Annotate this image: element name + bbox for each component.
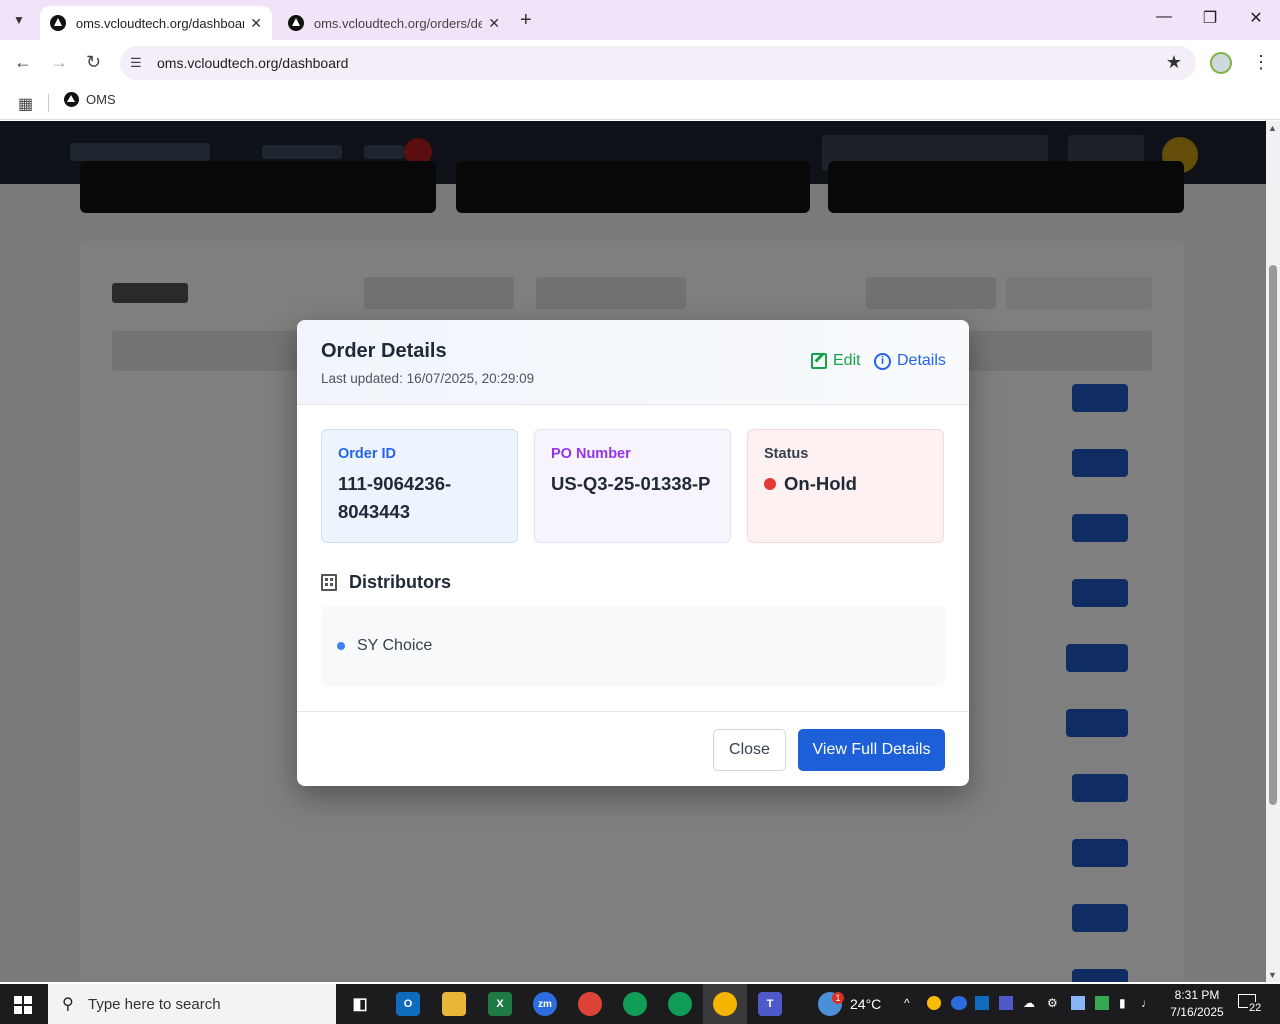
building-icon	[321, 574, 337, 591]
scroll-down-icon[interactable]: ▼	[1268, 970, 1277, 980]
browser-tab-strip: ▼ oms.vcloudtech.org/dashboard ✕ oms.vcl…	[0, 0, 1280, 40]
distributors-heading: Distributors	[321, 572, 451, 593]
order-details-modal: Order Details Last updated: 16/07/2025, …	[297, 320, 969, 786]
po-number-label: PO Number	[551, 446, 631, 462]
system-clock[interactable]: 8:31 PM 7/16/2025	[1164, 987, 1230, 1021]
tab-title: oms.vcloudtech.org/dashboard	[75, 15, 245, 31]
new-tab-icon[interactable]: +	[520, 9, 532, 32]
minimize-icon[interactable]: —	[1141, 8, 1187, 26]
page-scrollbar[interactable]: ▲ ▼	[1266, 121, 1280, 982]
notifications-button[interactable]: 22	[1238, 994, 1263, 1014]
weather-temp[interactable]: 24°C	[850, 996, 881, 1012]
windows-taskbar: ⚲ Type here to search ◧ O X zm T 1 24°C …	[0, 984, 1280, 1024]
order-id-card: Order ID 111-9064236-8043443	[321, 429, 518, 543]
scroll-up-icon[interactable]: ▲	[1268, 123, 1277, 133]
onedrive-icon[interactable]: ☁	[1023, 996, 1035, 1010]
excel-icon[interactable]: X	[488, 992, 512, 1016]
status-dot-icon	[764, 478, 776, 490]
bullet-icon	[337, 642, 345, 650]
last-updated-text: Last updated: 16/07/2025, 20:29:09	[321, 371, 535, 386]
restore-icon[interactable]: ❐	[1187, 8, 1233, 28]
windows-start-icon[interactable]	[14, 996, 32, 1014]
details-label: Details	[897, 352, 946, 369]
site-info-icon[interactable]: ☰	[130, 55, 142, 71]
list-item: SY Choice	[337, 637, 432, 655]
notification-count: 22	[1248, 1002, 1263, 1014]
search-icon: ⚲	[62, 996, 74, 1013]
bookmarks-divider	[48, 94, 49, 112]
volume-muted-icon[interactable]: ♩	[1141, 996, 1153, 1010]
oms-favicon-icon	[288, 15, 304, 31]
distributors-list: SY Choice	[321, 606, 945, 686]
file-explorer-icon[interactable]	[442, 992, 466, 1016]
edit-label: Edit	[833, 352, 861, 369]
clock-time: 8:31 PM	[1174, 988, 1220, 1002]
tab-search-button[interactable]: ▼	[6, 8, 32, 32]
po-number-value: US-Q3-25-01338-P	[551, 473, 711, 494]
outlook-tray-icon[interactable]	[975, 996, 989, 1010]
tab-title: oms.vcloudtech.org/orders/det	[313, 15, 483, 31]
chrome-profile-1-icon[interactable]	[578, 992, 602, 1016]
order-id-value: 111-9064236-8043443	[338, 473, 452, 522]
distributors-title: Distributors	[349, 572, 452, 592]
edit-button[interactable]: Edit	[811, 352, 861, 370]
edit-icon	[811, 353, 827, 369]
search-placeholder: Type here to search	[88, 996, 221, 1013]
teams-tray-icon[interactable]	[999, 996, 1013, 1010]
chrome-profile-3-icon[interactable]	[668, 992, 692, 1016]
close-tab-icon[interactable]: ✕	[250, 15, 262, 32]
reload-icon[interactable]: ↻	[86, 52, 101, 73]
scrollbar-thumb[interactable]	[1269, 265, 1277, 805]
vpn-icon[interactable]: ⚙	[1047, 996, 1058, 1010]
clock-date: 7/16/2025	[1170, 1005, 1224, 1019]
teams-icon[interactable]: T	[758, 992, 782, 1016]
forward-icon[interactable]: →	[50, 52, 68, 73]
po-number-card: PO Number US-Q3-25-01338-P	[534, 429, 731, 543]
chrome-profile-2-icon[interactable]	[623, 992, 647, 1016]
chrome-tray-icon[interactable]	[927, 996, 941, 1010]
profile-avatar[interactable]	[1210, 52, 1232, 74]
status-value: On-Hold	[784, 473, 857, 494]
close-tab-icon[interactable]: ✕	[488, 15, 500, 32]
apps-grid-icon[interactable]: ▦	[18, 94, 33, 114]
back-icon[interactable]: ←	[14, 52, 32, 73]
bookmark-oms[interactable]: OMS	[64, 92, 116, 107]
bookmark-star-icon[interactable]: ★	[1166, 52, 1182, 73]
oms-favicon-icon	[50, 15, 66, 31]
modal-header: Order Details Last updated: 16/07/2025, …	[297, 320, 969, 405]
modal-footer: Close View Full Details	[297, 711, 969, 786]
status-card: Status On-Hold	[747, 429, 944, 543]
browser-tab-orders[interactable]: oms.vcloudtech.org/orders/det ✕	[278, 6, 510, 40]
info-icon: i	[874, 352, 891, 370]
network-icon[interactable]: ▮	[1119, 996, 1126, 1010]
browser-tab-dashboard[interactable]: oms.vcloudtech.org/dashboard ✕	[40, 6, 272, 40]
chrome-active-icon[interactable]	[713, 992, 737, 1016]
browser-toolbar: ← → ↻ ☰ oms.vcloudtech.org/dashboard ★	[0, 40, 1280, 86]
bookmarks-bar: ▦ OMS	[0, 86, 1280, 120]
order-id-label: Order ID	[338, 446, 397, 462]
outlook-icon[interactable]: O	[396, 992, 420, 1016]
browser-menu-icon[interactable]: ⋮	[1252, 52, 1270, 73]
close-button[interactable]: Close	[713, 729, 786, 771]
zoom-icon[interactable]: zm	[533, 992, 557, 1016]
zoom-tray-icon[interactable]	[951, 996, 967, 1010]
distributor-name: SY Choice	[357, 637, 433, 654]
view-full-details-button[interactable]: View Full Details	[798, 729, 945, 771]
modal-title: Order Details	[321, 340, 447, 362]
window-close-icon[interactable]: ✕	[1233, 8, 1279, 28]
app-tray-icon[interactable]	[1071, 996, 1085, 1010]
bookmark-label: OMS	[86, 92, 116, 107]
url-text[interactable]: oms.vcloudtech.org/dashboard	[157, 55, 348, 71]
details-button[interactable]: i Details	[874, 352, 946, 370]
status-label: Status	[764, 446, 809, 462]
weather-badge: 1	[832, 992, 844, 1004]
taskbar-search-input[interactable]: ⚲ Type here to search	[48, 984, 336, 1024]
task-view-icon[interactable]: ◧	[348, 992, 372, 1016]
app-tray-icon-2[interactable]	[1095, 996, 1109, 1010]
show-hidden-icons-icon[interactable]: ^	[904, 996, 910, 1010]
address-bar[interactable]: ☰ oms.vcloudtech.org/dashboard ★	[120, 46, 1196, 80]
oms-favicon-icon	[64, 92, 79, 107]
